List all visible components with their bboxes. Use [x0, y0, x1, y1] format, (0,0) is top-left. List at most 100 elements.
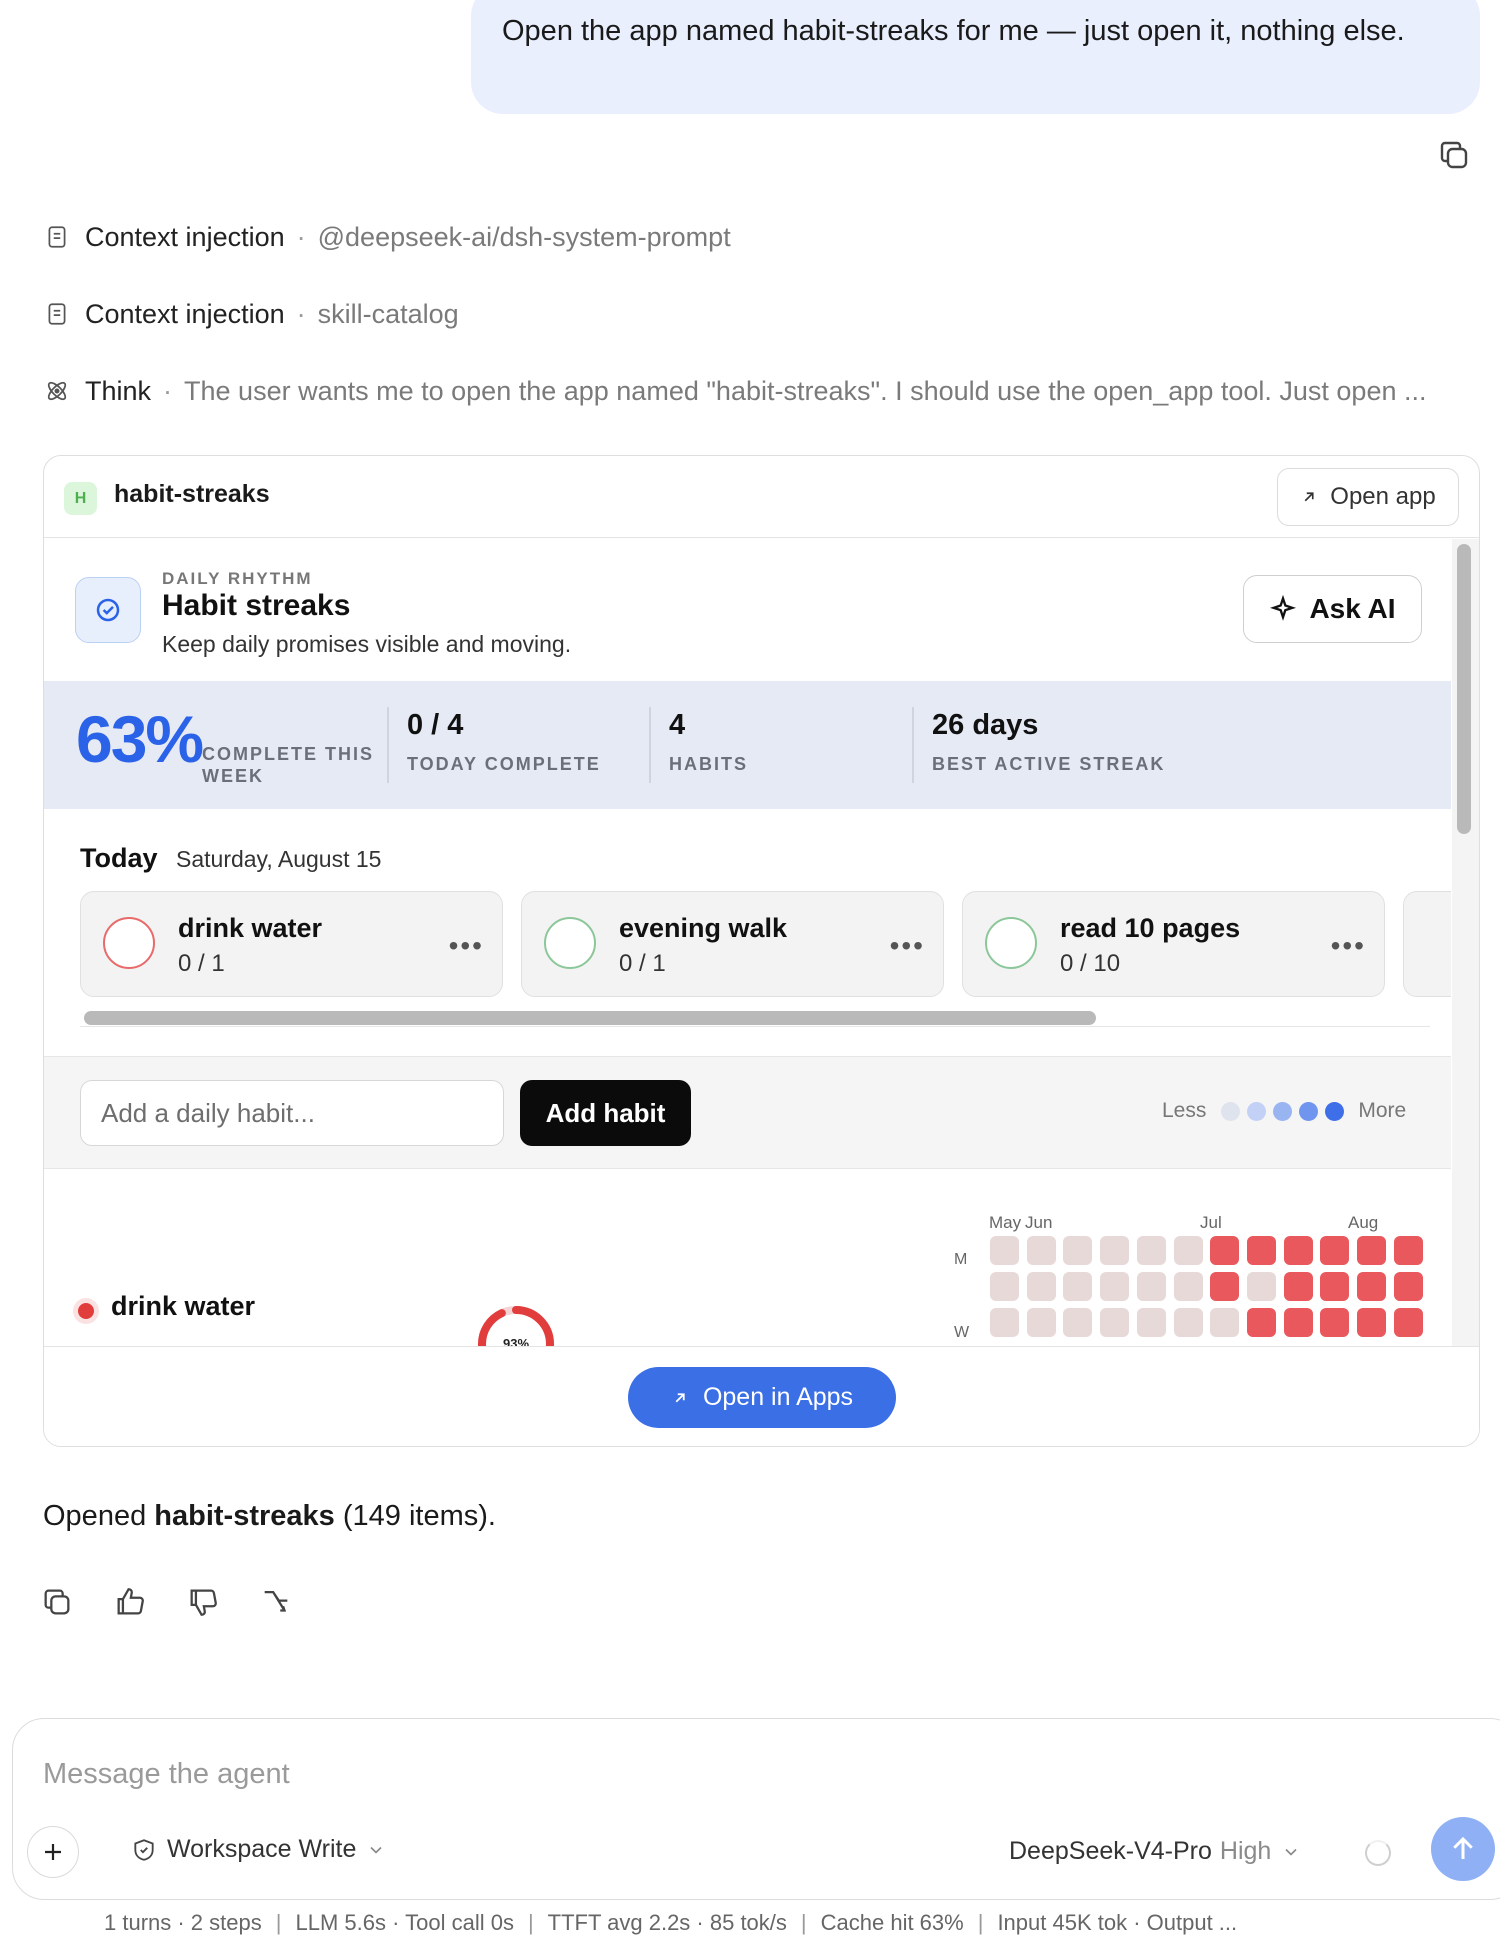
heatmap-cell[interactable] [1283, 1272, 1313, 1301]
habit-heatmap-section: May Jun Jul Aug M W drink water 93% [44, 1169, 1451, 1346]
app-badge: H [64, 482, 97, 515]
assistant-result: Opened habit-streaks (149 items). [43, 1500, 496, 1532]
week-label: COMPLETE THIS WEEK [202, 744, 375, 786]
heatmap-cell[interactable] [990, 1272, 1019, 1301]
thumbs-down-icon[interactable] [186, 1585, 222, 1621]
heatmap-cell[interactable] [1246, 1272, 1276, 1301]
branch-icon[interactable] [259, 1585, 295, 1621]
app-card: H habit-streaks Open app DAILY RHYTHM Ha… [43, 455, 1480, 1447]
shield-check-icon [75, 577, 141, 643]
send-button[interactable] [1431, 1817, 1495, 1881]
trace-label: Context injection [85, 221, 285, 252]
heatmap-cell[interactable] [1136, 1308, 1166, 1337]
legend-more: More [1358, 1099, 1407, 1122]
day-label: M [954, 1251, 968, 1268]
more-icon[interactable]: ••• [449, 930, 484, 962]
plus-icon [45, 1844, 61, 1860]
workspace-label: Workspace Write [167, 1835, 357, 1863]
heatmap-cell[interactable] [1357, 1308, 1386, 1337]
copy-icon[interactable] [40, 1585, 76, 1621]
heatmap-cell[interactable] [1283, 1308, 1313, 1337]
heatmap-cell[interactable] [1320, 1236, 1350, 1265]
heatmap-cell[interactable] [1210, 1272, 1240, 1301]
add-habit-input[interactable] [80, 1080, 504, 1146]
heatmap-cell[interactable] [1393, 1308, 1423, 1337]
model-name: DeepSeek-V4-Pro [1009, 1837, 1212, 1865]
heatmap-cell[interactable] [1063, 1272, 1093, 1301]
stats-bar: 63% COMPLETE THIS WEEK 0 / 4 TODAY COMPL… [44, 681, 1451, 809]
habit-card-evening-walk[interactable]: evening walk 0 / 1 ••• [521, 891, 944, 997]
ask-ai-button[interactable]: Ask AI [1243, 575, 1422, 643]
habit-card-read-pages[interactable]: read 10 pages 0 / 10 ••• [962, 891, 1385, 997]
open-in-apps-button[interactable]: Open in Apps [628, 1367, 896, 1428]
trace-context-injection-1[interactable]: Context injection · @deepseek-ai/dsh-sys… [44, 217, 731, 257]
heatmap-cell[interactable] [1210, 1308, 1240, 1337]
thumbs-up-icon[interactable] [113, 1585, 149, 1621]
heatmap-cell[interactable] [1026, 1308, 1056, 1337]
heatmap-cell[interactable] [1357, 1236, 1386, 1265]
workspace-selector[interactable]: Workspace Write [131, 1835, 396, 1864]
heatmap-cell[interactable] [1100, 1272, 1130, 1301]
plus-button[interactable] [27, 1826, 79, 1878]
loading-spinner-icon [1365, 1840, 1391, 1866]
app-card-header: H habit-streaks Open app [44, 456, 1479, 538]
heatmap-cell[interactable] [990, 1236, 1019, 1265]
legend-less: Less [1162, 1099, 1207, 1122]
heatmap-cell[interactable] [1100, 1308, 1130, 1337]
heatmap-cell[interactable] [990, 1308, 1019, 1337]
check-circle[interactable] [103, 917, 155, 969]
heatmap-cell[interactable] [1357, 1272, 1386, 1301]
stat-best-streak: 26 days BEST ACTIVE STREAK [932, 709, 1166, 774]
more-icon[interactable]: ••• [1331, 930, 1366, 962]
horizontal-scrollbar[interactable] [84, 1011, 1096, 1025]
composer: Workspace Write DeepSeek-V4-Pro High [12, 1718, 1500, 1900]
heatmap-cell[interactable] [1210, 1236, 1240, 1265]
month-label: Jun [1025, 1213, 1053, 1232]
month-label: Jul [1200, 1213, 1222, 1232]
heatmap-cell[interactable] [1063, 1236, 1093, 1265]
heatmap-cell[interactable] [1100, 1236, 1130, 1265]
open-app-label: Open app [1330, 483, 1436, 510]
heatmap-cell[interactable] [1063, 1308, 1093, 1337]
heatmap-cell[interactable] [1173, 1236, 1203, 1265]
vertical-scrollbar[interactable] [1457, 544, 1471, 834]
trace-context-injection-2[interactable]: Context injection · skill-catalog [44, 294, 459, 334]
heatmap-cell[interactable] [1393, 1272, 1423, 1301]
app-card-footer: Open in Apps [44, 1346, 1479, 1446]
trace-label: Think [85, 375, 152, 406]
trace-think[interactable]: Think · The user wants me to open the ap… [44, 371, 1426, 411]
heatmap-cell[interactable] [1246, 1308, 1276, 1337]
document-icon [44, 224, 70, 250]
check-circle[interactable] [544, 917, 596, 969]
sparkle-icon [1270, 595, 1297, 621]
heatmap-cell[interactable] [1283, 1236, 1313, 1265]
open-app-button[interactable]: Open app [1277, 468, 1459, 526]
user-message-text: Open the app named habit-streaks for me … [502, 15, 1405, 47]
heatmap-cell[interactable] [1320, 1308, 1350, 1337]
chevron-down-icon [370, 1846, 382, 1854]
heatmap-cell[interactable] [1136, 1272, 1166, 1301]
open-in-apps-label: Open in Apps [702, 1383, 854, 1411]
model-selector[interactable]: DeepSeek-V4-Pro High [1009, 1837, 1301, 1866]
message-input[interactable] [43, 1749, 1143, 1799]
legend-swatch [1325, 1101, 1345, 1121]
heatmap-cell[interactable] [1026, 1236, 1056, 1265]
trace-label: Context injection [85, 298, 285, 329]
habit-count: 0 / 1 [178, 950, 225, 977]
copy-icon[interactable] [1436, 137, 1472, 173]
heatmap-cell[interactable] [1320, 1272, 1350, 1301]
heatmap-cell[interactable] [1393, 1236, 1423, 1265]
habit-count: 0 / 1 [619, 950, 666, 977]
legend-swatch [1299, 1101, 1319, 1121]
check-circle[interactable] [985, 917, 1037, 969]
arrow-up-right-icon [675, 1392, 685, 1402]
more-icon[interactable]: ••• [890, 930, 925, 962]
heatmap-cell[interactable] [1026, 1272, 1056, 1301]
add-habit-button[interactable]: Add habit [520, 1080, 691, 1146]
heatmap-cell[interactable] [1136, 1236, 1166, 1265]
heatmap-cell[interactable] [1246, 1236, 1276, 1265]
habit-card-drink-water[interactable]: drink water 0 / 1 ••• [80, 891, 503, 997]
heatmap-cell[interactable] [1173, 1308, 1203, 1337]
habit-card-partial[interactable] [1403, 891, 1451, 997]
heatmap-cell[interactable] [1173, 1272, 1203, 1301]
